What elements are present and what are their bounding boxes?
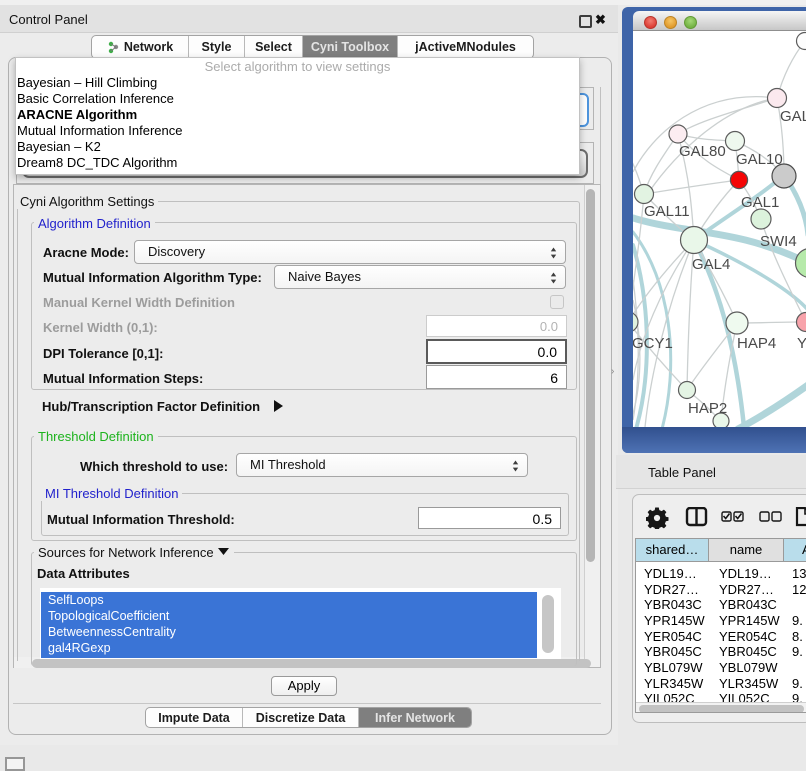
- svg-text:HAP4: HAP4: [737, 335, 776, 352]
- svg-text:GAL1: GAL1: [741, 194, 779, 211]
- svg-text:GAL4: GAL4: [692, 256, 730, 273]
- svg-text:GAL10: GAL10: [736, 151, 783, 168]
- svg-text:HAP2: HAP2: [688, 400, 727, 417]
- svg-text:GAL11: GAL11: [644, 203, 690, 220]
- svg-text:SWI4: SWI4: [760, 233, 797, 250]
- svg-text:Y: Y: [797, 335, 806, 352]
- svg-text:GAL2: GAL2: [780, 108, 806, 125]
- svg-text:GAL80: GAL80: [679, 143, 726, 160]
- svg-text:GCY1: GCY1: [633, 335, 673, 352]
